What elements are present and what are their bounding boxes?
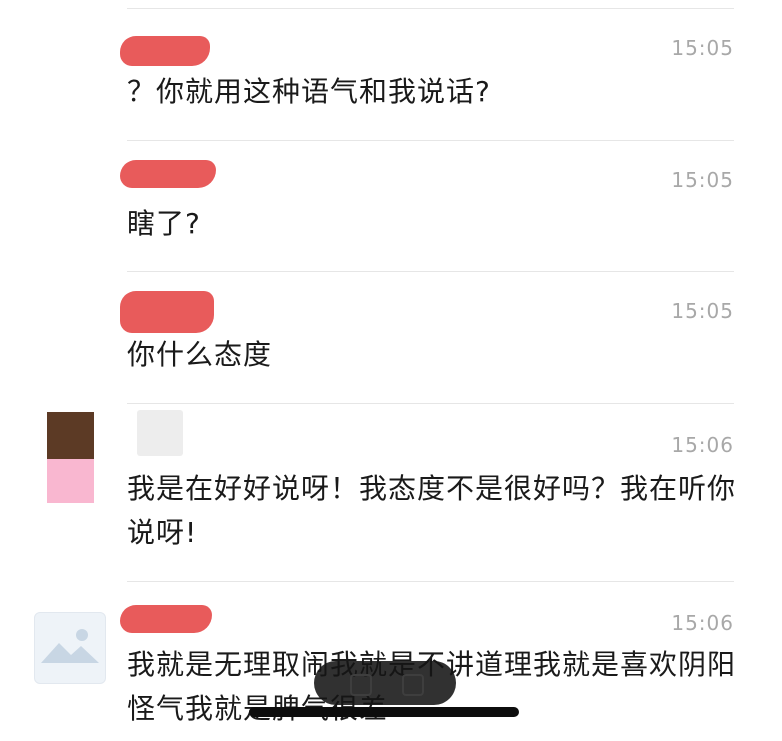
redacted-sender-name	[120, 605, 212, 633]
message-item[interactable]: 15:05 瞎了?	[0, 140, 782, 270]
message-time: 15:06	[671, 433, 734, 457]
message-item[interactable]: 15:06 我是在好好说呀！我态度不是很好吗？我在听你说呀!	[0, 403, 782, 581]
message-item[interactable]: 15:05 你什么态度	[0, 271, 782, 403]
message-text: 你什么态度	[127, 338, 273, 371]
message-text: 我是在好好说呀！我态度不是很好吗？我在听你说呀!	[127, 472, 737, 549]
redacted-sender-name	[120, 36, 210, 66]
message-text: 瞎了?	[127, 207, 201, 240]
message-time: 15:05	[671, 299, 734, 323]
home-indicator[interactable]	[249, 707, 519, 717]
redacted-sender-name	[120, 291, 214, 333]
floating-overlay-pill[interactable]	[314, 661, 456, 705]
chat-message-list: 15:05 ？你就用这种语气和我说话? 15:05 瞎了? 15:05 你什么态…	[0, 0, 782, 741]
message-time: 15:05	[671, 168, 734, 192]
message-item[interactable]: 15:05 ？你就用这种语气和我说话?	[0, 8, 782, 140]
overlay-icon	[402, 674, 424, 696]
redacted-sender-name	[120, 160, 216, 188]
avatar-placeholder	[137, 410, 183, 456]
message-text: ？你就用这种语气和我说话?	[127, 75, 491, 108]
message-time: 15:06	[671, 611, 734, 635]
message-time: 15:05	[671, 36, 734, 60]
overlay-icon	[350, 674, 372, 696]
